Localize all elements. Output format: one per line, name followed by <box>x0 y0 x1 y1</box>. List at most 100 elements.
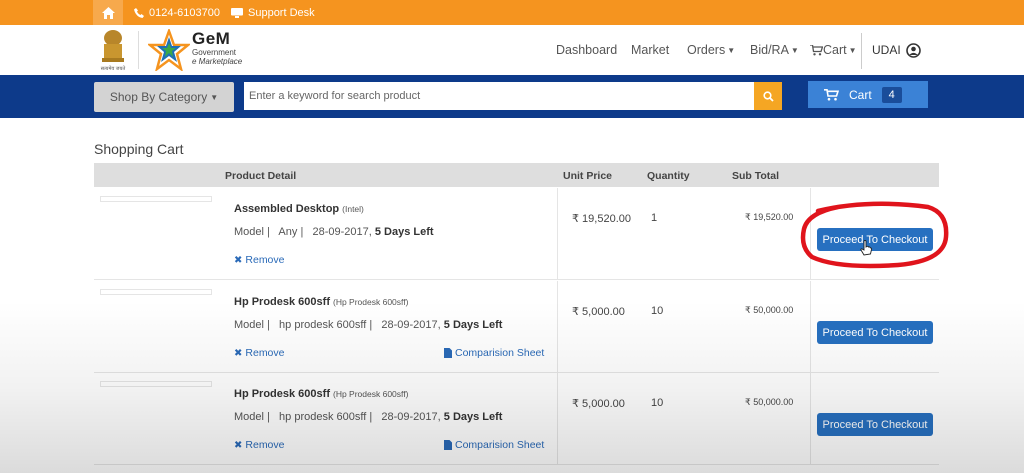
caret-down-icon: ▼ <box>210 92 219 102</box>
quantity: 10 <box>651 305 664 317</box>
annotation-circle <box>800 201 949 269</box>
brand-title: GeM <box>192 29 231 48</box>
nav-dashboard-label: Dashboard <box>556 43 618 57</box>
unit-price: ₹ 5,000.00 <box>572 398 625 410</box>
national-emblem-icon: सत्यमेव जयते <box>101 30 126 72</box>
product-name[interactable]: Assembled Desktop (Intel) <box>234 203 364 215</box>
close-icon: ✖ <box>234 254 243 266</box>
days-left: 5 Days Left <box>443 319 503 331</box>
nav-divider <box>861 33 862 69</box>
product-meta: Model | hp prodesk 600sff | 28-09-2017, … <box>234 411 502 423</box>
home-icon <box>101 6 115 19</box>
remove-link[interactable]: ✖ Remove <box>234 347 285 359</box>
cart-icon <box>824 88 839 100</box>
brand-subtitle-2: e Marketplace <box>192 57 243 66</box>
gem-brand-text: GeM Government e Marketplace <box>192 29 243 67</box>
proceed-to-checkout-button[interactable]: Proceed To Checkout <box>817 321 933 344</box>
caret-down-icon: ▼ <box>848 45 857 55</box>
nav-market-label: Market <box>631 43 670 57</box>
phone-link[interactable]: 0124-6103700 <box>134 0 220 25</box>
page-title: Shopping Cart <box>94 141 184 157</box>
user-name: UDAI <box>872 43 901 57</box>
product-name-text: Hp Prodesk 600sff <box>234 388 330 400</box>
proceed-to-checkout-button[interactable]: Proceed To Checkout <box>817 413 933 436</box>
search-button[interactable] <box>754 82 782 110</box>
caret-down-icon: ▼ <box>790 45 799 55</box>
remove-link[interactable]: ✖ Remove <box>234 254 285 266</box>
cart-table-header: Product Detail Unit Price Quantity Sub T… <box>94 163 939 187</box>
quantity: 10 <box>651 397 664 409</box>
nav-orders[interactable]: Orders ▼ <box>687 25 735 75</box>
close-icon: ✖ <box>234 439 243 451</box>
nav-bid-ra-label: Bid/RA <box>750 43 789 57</box>
nav-market[interactable]: Market <box>631 25 669 75</box>
column-header-unit-price: Unit Price <box>563 170 613 182</box>
phone-icon <box>134 7 144 18</box>
document-icon <box>444 440 452 450</box>
remove-label: Remove <box>245 254 285 266</box>
product-model: Model | hp prodesk 600sff | 28-09-2017, <box>234 411 444 423</box>
product-name-text: Assembled Desktop <box>234 203 340 215</box>
phone-number: 0124-6103700 <box>149 6 220 19</box>
days-left: 5 Days Left <box>443 411 503 423</box>
column-divider <box>557 188 558 280</box>
column-divider <box>557 281 558 373</box>
nav-dashboard[interactable]: Dashboard <box>556 25 617 75</box>
caret-down-icon: ▼ <box>727 45 736 55</box>
support-desk-link[interactable]: Support Desk <box>231 0 315 25</box>
product-meta: Model | Any | 28-09-2017, 5 Days Left <box>234 226 434 238</box>
site-header: सत्यमेव जयते GeM Government e Marketplac… <box>0 25 1024 75</box>
category-label: Shop By Category <box>109 90 208 104</box>
search-input[interactable] <box>244 82 754 110</box>
table-row: Hp Prodesk 600sff (Hp Prodesk 600sff) Mod… <box>94 373 939 465</box>
product-image-placeholder <box>100 196 212 202</box>
sub-total: ₹ 50,000.00 <box>745 397 794 407</box>
nav-orders-label: Orders <box>687 43 726 57</box>
column-header-sub-total: Sub Total <box>732 170 780 182</box>
product-image-placeholder <box>100 381 212 387</box>
product-brand: (Hp Prodesk 600sff) <box>332 389 409 399</box>
nav-cart-label: Cart <box>823 43 847 57</box>
quantity: 1 <box>651 212 658 224</box>
product-name-text: Hp Prodesk 600sff <box>234 296 330 308</box>
table-row: Hp Prodesk 600sff (Hp Prodesk 600sff) Mod… <box>94 281 939 373</box>
user-avatar-icon <box>905 42 921 58</box>
gem-logo-icon[interactable] <box>148 29 190 71</box>
product-model: Model | Any | 28-09-2017, <box>234 226 375 238</box>
comparison-sheet-label: Comparision Sheet <box>455 439 545 451</box>
column-divider <box>810 281 811 373</box>
cart-button[interactable]: Cart 4 <box>808 81 928 108</box>
remove-label: Remove <box>245 439 285 451</box>
product-meta: Model | hp prodesk 600sff | 28-09-2017, … <box>234 319 502 331</box>
unit-price: ₹ 5,000.00 <box>572 306 625 318</box>
brand-subtitle-1: Government <box>192 48 237 57</box>
nav-bid-ra[interactable]: Bid/RA ▼ <box>750 25 799 75</box>
remove-label: Remove <box>245 347 285 359</box>
cart-label: Cart <box>849 87 872 102</box>
logo-divider <box>138 31 139 69</box>
top-bar: 0124-6103700 Support Desk <box>0 0 1024 25</box>
nav-cart[interactable]: Cart ▼ <box>810 25 857 75</box>
shop-by-category-button[interactable]: Shop By Category ▼ <box>94 82 234 112</box>
hand-cursor-icon <box>860 240 872 256</box>
unit-price: ₹ 19,520.00 <box>572 213 631 225</box>
comparison-sheet-link[interactable]: Comparision Sheet <box>444 347 544 359</box>
product-image-placeholder <box>100 289 212 295</box>
column-divider <box>810 373 811 465</box>
emblem-caption: सत्यमेव जयते <box>101 65 126 72</box>
column-header-product: Product Detail <box>225 170 297 182</box>
product-brand: (Hp Prodesk 600sff) <box>332 297 409 307</box>
user-menu[interactable]: UDAI <box>872 25 921 75</box>
home-button[interactable] <box>93 0 123 25</box>
remove-link[interactable]: ✖ Remove <box>234 439 285 451</box>
product-name[interactable]: Hp Prodesk 600sff (Hp Prodesk 600sff) <box>234 296 408 308</box>
sub-total: ₹ 50,000.00 <box>745 305 794 315</box>
monitor-icon <box>231 7 243 18</box>
cart-icon <box>810 44 823 55</box>
cart-count-badge: 4 <box>881 86 902 103</box>
column-header-quantity: Quantity <box>647 170 690 182</box>
support-desk-label: Support Desk <box>248 6 315 19</box>
search-band: Shop By Category ▼ Cart 4 <box>0 75 1024 118</box>
product-name[interactable]: Hp Prodesk 600sff (Hp Prodesk 600sff) <box>234 388 408 400</box>
comparison-sheet-link[interactable]: Comparision Sheet <box>444 439 544 451</box>
